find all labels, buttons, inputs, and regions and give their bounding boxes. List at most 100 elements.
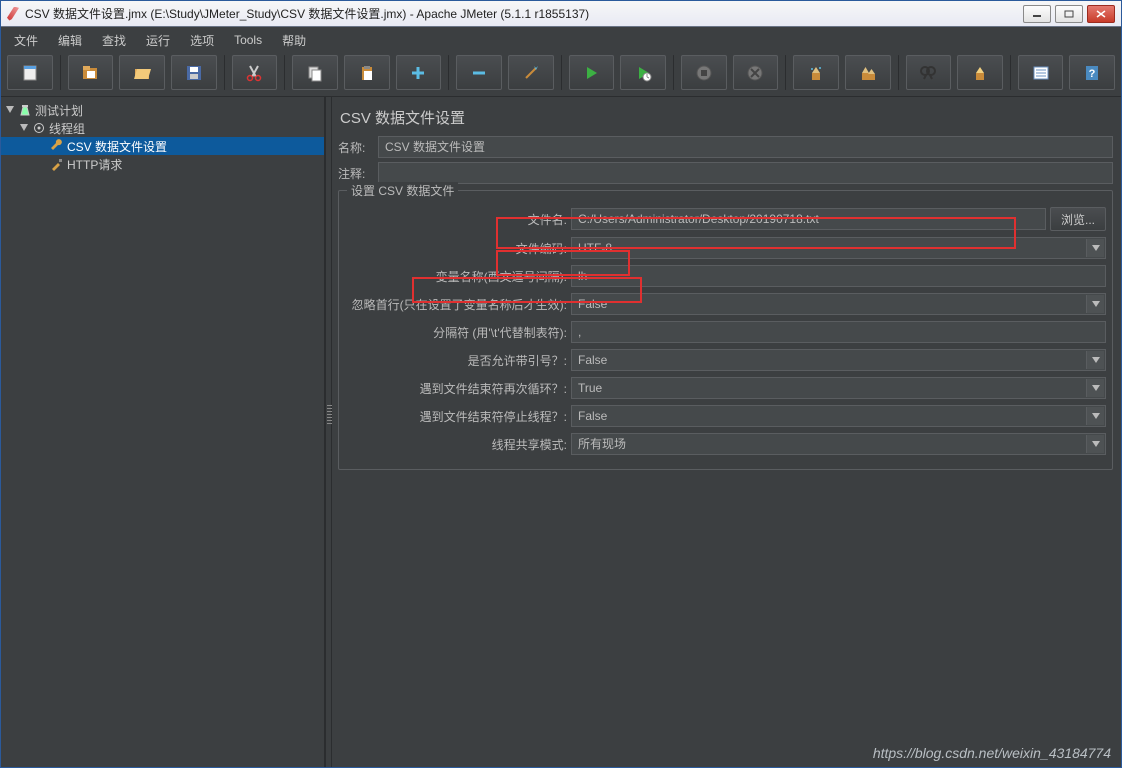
config-panel: CSV 数据文件设置 名称: CSV 数据文件设置 注释: 设置 CSV 数据文… — [332, 97, 1121, 767]
recycle-label: 遇到文件结束符再次循环？: — [345, 380, 571, 397]
start-icon — [582, 64, 600, 82]
stop-button[interactable] — [681, 55, 727, 90]
toolbar-separator — [561, 55, 562, 90]
remove-button[interactable] — [456, 55, 502, 90]
tree-panel[interactable]: 测试计划 线程组 CSV 数据文件设置 HTTP请求 — [1, 97, 325, 767]
tree-label: HTTP请求 — [67, 156, 122, 173]
cut-button[interactable] — [232, 55, 278, 90]
copy-icon — [306, 64, 324, 82]
menu-运行[interactable]: 运行 — [137, 30, 179, 51]
add-button[interactable] — [396, 55, 442, 90]
tree-label: 线程组 — [49, 120, 85, 137]
reset-search-icon — [971, 64, 989, 82]
templates-button[interactable] — [68, 55, 114, 90]
toolbar-separator — [448, 55, 449, 90]
toolbar-separator — [673, 55, 674, 90]
help-button[interactable]: ? — [1069, 55, 1115, 90]
window-title: CSV 数据文件设置.jmx (E:\Study\JMeter_Study\CS… — [25, 5, 1023, 22]
sharemode-combo[interactable]: 所有现场 — [571, 433, 1106, 455]
varnames-input[interactable]: lh — [571, 265, 1106, 287]
reset-search-button[interactable] — [957, 55, 1003, 90]
toolbar-separator — [898, 55, 899, 90]
filename-input[interactable]: C:/Users/Administrator/Desktop/20190718.… — [571, 208, 1046, 230]
window-titlebar: CSV 数据文件设置.jmx (E:\Study\JMeter_Study\CS… — [1, 1, 1121, 27]
window-maximize-button[interactable] — [1055, 5, 1083, 23]
filename-label: 文件名: — [345, 211, 571, 228]
stopthread-combo[interactable]: False — [571, 405, 1106, 427]
chevron-down-icon[interactable] — [1086, 407, 1104, 425]
menu-查找[interactable]: 查找 — [93, 30, 135, 51]
split-handle[interactable] — [325, 97, 332, 767]
start-notimers-icon — [634, 64, 652, 82]
menu-编辑[interactable]: 编辑 — [49, 30, 91, 51]
csv-settings-group: 设置 CSV 数据文件 文件名: C:/Users/Administrator/… — [338, 190, 1113, 470]
add-icon — [409, 64, 427, 82]
window-minimize-button[interactable] — [1023, 5, 1051, 23]
save-button[interactable] — [171, 55, 217, 90]
chevron-down-icon[interactable] — [1086, 239, 1104, 257]
open-button[interactable] — [119, 55, 165, 90]
name-label: 名称: — [338, 139, 374, 156]
dropper-icon — [50, 157, 64, 171]
chevron-down-icon[interactable] — [1086, 435, 1104, 453]
paste-button[interactable] — [344, 55, 390, 90]
tree-node-threadgroup[interactable]: 线程组 — [1, 119, 324, 137]
clear-all-icon — [859, 64, 877, 82]
gear-icon — [32, 121, 46, 135]
group-title: 设置 CSV 数据文件 — [347, 182, 458, 199]
recycle-combo[interactable]: True — [571, 377, 1106, 399]
function-helper-button[interactable] — [1018, 55, 1064, 90]
copy-button[interactable] — [292, 55, 338, 90]
shutdown-button[interactable] — [733, 55, 779, 90]
stopthread-label: 遇到文件结束符停止线程？: — [345, 408, 571, 425]
tree-node-http[interactable]: HTTP请求 — [1, 155, 324, 173]
panel-title: CSV 数据文件设置 — [338, 103, 1113, 136]
toolbar-separator — [1010, 55, 1011, 90]
remove-icon — [470, 64, 488, 82]
start-button[interactable] — [569, 55, 615, 90]
comment-input[interactable] — [378, 162, 1113, 184]
search-button[interactable] — [906, 55, 952, 90]
cut-icon — [245, 64, 263, 82]
svg-text:?: ? — [1089, 68, 1096, 80]
encoding-combo[interactable]: UTF-8 — [571, 237, 1106, 259]
sharemode-label: 线程共享模式: — [345, 436, 571, 453]
app-icon — [7, 7, 19, 21]
chevron-down-icon[interactable] — [1086, 379, 1104, 397]
varnames-label: 变量名称(西文逗号间隔): — [345, 268, 571, 285]
tree-node-csv[interactable]: CSV 数据文件设置 — [1, 137, 324, 155]
search-icon — [919, 64, 937, 82]
menu-帮助[interactable]: 帮助 — [273, 30, 315, 51]
browse-button[interactable]: 浏览... — [1050, 207, 1106, 231]
new-file-icon — [21, 64, 39, 82]
new-file-button[interactable] — [7, 55, 53, 90]
help-icon: ? — [1083, 64, 1101, 82]
delimiter-input[interactable]: , — [571, 321, 1106, 343]
chevron-down-icon[interactable] — [1086, 351, 1104, 369]
name-input[interactable]: CSV 数据文件设置 — [378, 136, 1113, 158]
start-notimers-button[interactable] — [620, 55, 666, 90]
stop-icon — [695, 64, 713, 82]
wand-button[interactable] — [508, 55, 554, 90]
quoted-combo[interactable]: False — [571, 349, 1106, 371]
clear-button[interactable] — [793, 55, 839, 90]
toolbar-separator — [60, 55, 61, 90]
toolbar: ? — [7, 55, 1115, 90]
menu-tools[interactable]: Tools — [225, 31, 271, 49]
toolbar-separator — [785, 55, 786, 90]
menu-选项[interactable]: 选项 — [181, 30, 223, 51]
watermark: https://blog.csdn.net/weixin_43184774 — [873, 745, 1111, 761]
function-helper-icon — [1032, 64, 1050, 82]
window-close-button[interactable] — [1087, 5, 1115, 23]
clear-all-button[interactable] — [845, 55, 891, 90]
paste-icon — [358, 64, 376, 82]
chevron-down-icon[interactable] — [1086, 295, 1104, 313]
quoted-label: 是否允许带引号？: — [345, 352, 571, 369]
clear-icon — [807, 64, 825, 82]
ignorefirst-label: 忽略首行(只在设置了变量名称后才生效): — [345, 296, 571, 313]
ignorefirst-combo[interactable]: False — [571, 293, 1106, 315]
menu-文件[interactable]: 文件 — [5, 30, 47, 51]
tree-node-testplan[interactable]: 测试计划 — [1, 101, 324, 119]
wand-icon — [522, 64, 540, 82]
comment-label: 注释: — [338, 165, 374, 182]
